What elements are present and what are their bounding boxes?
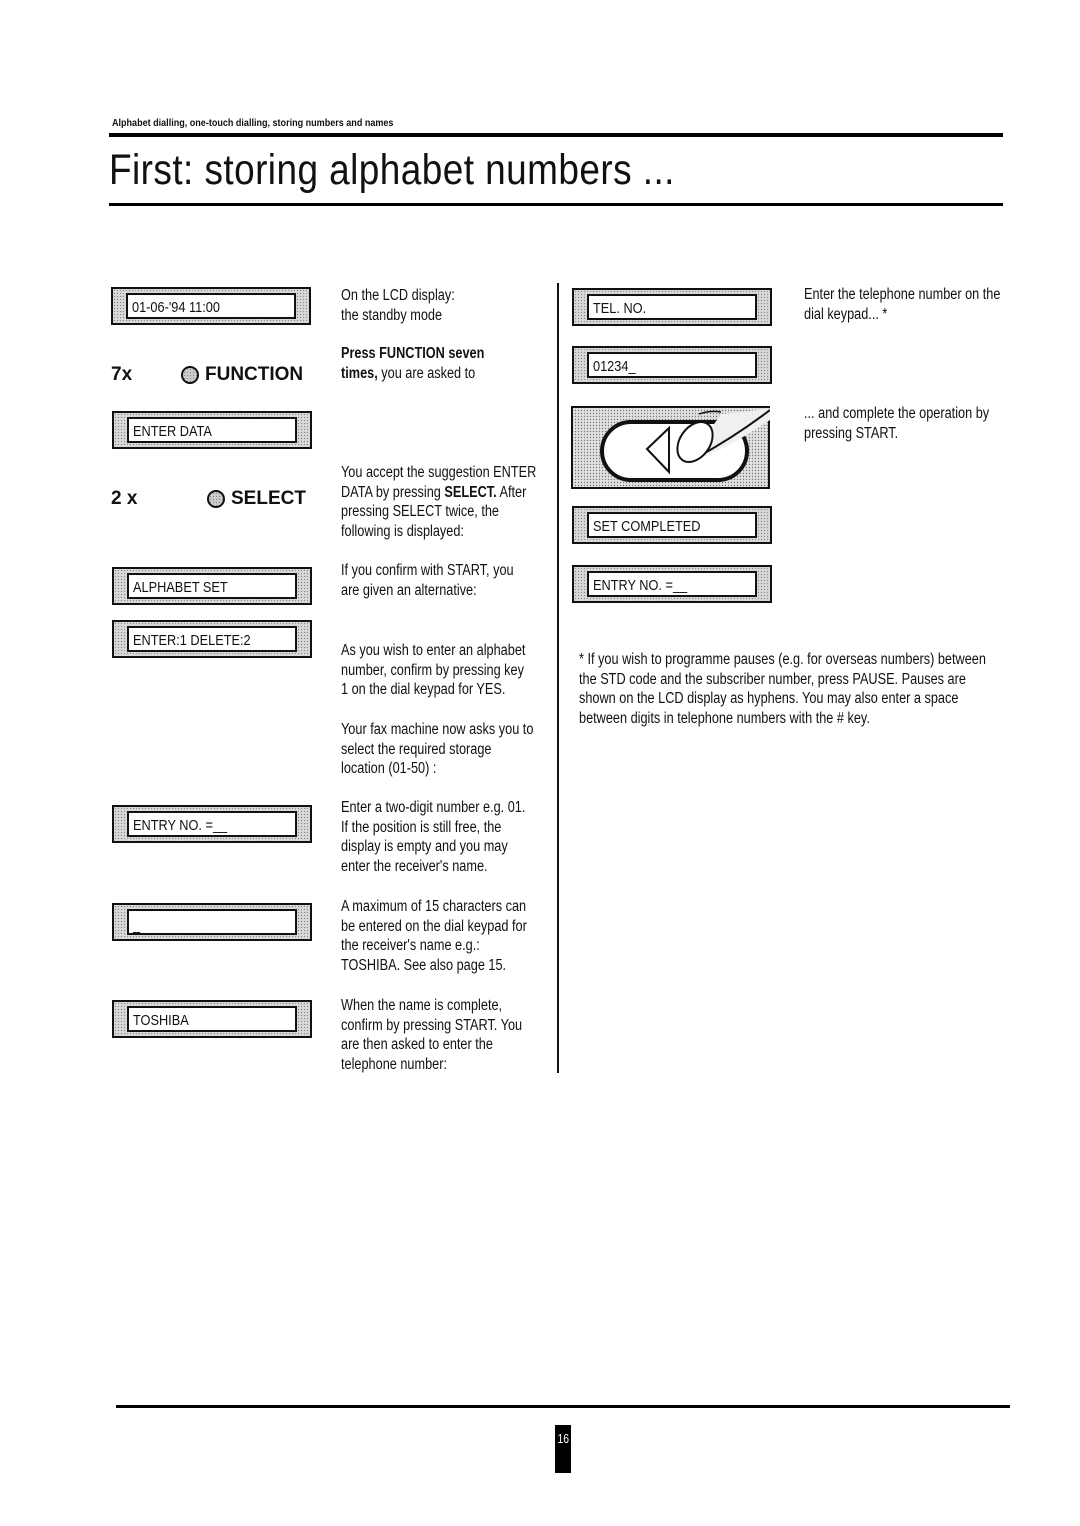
page-number: 16 [555,1425,571,1473]
footnote-line: shown on the LCD display as hyphens. You… [579,690,959,707]
desc-press-function: Press FUNCTION seven times, you are aske… [341,344,484,383]
key-instruction-select: 2 x SELECT [111,488,311,512]
desc-bold: SELECT. [444,483,497,501]
section-label: Alphabet dialling, one-touch dialling, s… [112,117,394,129]
footnote-line: between digits in telephone numbers with… [579,709,870,727]
lcd-text: ENTER DATA [133,423,212,440]
lcd-display-enter-delete: ENTER:1 DELETE:2 [112,620,312,658]
lcd-text: _ [133,917,141,934]
key-label: FUNCTION [205,364,304,385]
desc-line: pressing START. [804,424,899,442]
footnote-line: * If you wish to programme pauses (e.g. … [579,651,986,668]
key-count: 7x [111,364,133,385]
desc-standby: On the LCD display: the standby mode [341,286,455,325]
desc-line: Enter a two-digit number e.g. 01. [341,799,526,816]
lcd-display-number: 01234_ [572,346,772,384]
lcd-text: TEL. NO. [593,300,647,317]
desc-line: confirm by pressing START. You [341,1016,523,1034]
lcd-text: 01234_ [593,358,636,375]
title-rule [109,203,1003,206]
desc-line: When the name is complete, [341,997,503,1014]
start-key-press-icon[interactable] [571,406,770,489]
lcd-display-alphabet-set: ALPHABET SET [112,567,312,605]
desc-line: location (01-50) : [341,760,437,777]
desc-line: select the required storage [341,740,492,758]
desc-line: Your fax machine now asks you to [341,721,534,738]
desc-line: number, confirm by pressing key [341,661,524,679]
desc-line: dial keypad... * [804,305,888,323]
lcd-text: ALPHABET SET [133,579,228,596]
select-key[interactable]: SELECT [207,488,306,510]
desc-line: 1 on the dial keypad for YES. [341,681,506,698]
lcd-text: ENTRY NO. =__ [133,817,228,834]
page-title: First: storing alphabet numbers ... [109,146,675,194]
desc-max-chars: A maximum of 15 characters can be entere… [341,897,527,975]
desc-line: you are asked to [377,364,476,382]
footnote-line: the STD code and the subscriber number, … [579,670,966,688]
desc-two-digit: Enter a two-digit number e.g. 01. If the… [341,798,525,876]
desc-line: be entered on the dial keypad for [341,917,527,935]
desc-line: pressing SELECT twice, the [341,503,500,520]
desc-storage-location: Your fax machine now asks you to select … [341,720,533,779]
round-key-icon [181,366,199,384]
desc-line: are then asked to enter the [341,1036,493,1053]
lcd-text: TOSHIBA [133,1012,189,1029]
lcd-display-name: TOSHIBA [112,1000,312,1038]
desc-confirm-start: If you confirm with START, you are given… [341,561,514,600]
key-count: 2 x [111,488,138,509]
lcd-display-cursor: _ [112,903,312,941]
desc-line: the receiver's name e.g.: [341,937,480,954]
desc-line: If the position is still free, the [341,818,502,836]
desc-start: ... and complete the operation by pressi… [804,404,989,443]
lcd-text: 01-06-'94 11:00 [132,299,220,316]
desc-alphabet-number: As you wish to enter an alphabet number,… [341,641,525,700]
footer-rule [116,1405,1010,1408]
round-key-icon [207,490,225,508]
desc-line: enter the receiver's name. [341,857,488,875]
desc-line: If you confirm with START, you [341,562,514,579]
desc-select: You accept the suggestion ENTER DATA by … [341,463,536,541]
key-label: SELECT [231,488,306,509]
lcd-text: ENTER:1 DELETE:2 [133,632,251,649]
desc-line: following is displayed: [341,522,464,540]
lcd-display-enter-data: ENTER DATA [112,411,312,449]
desc-bold: Press FUNCTION seven [341,345,485,362]
lcd-display-entry-no-2: ENTRY NO. =__ [572,565,772,603]
header-rule [109,133,1003,137]
desc-line: the standby mode [341,306,443,324]
desc-line: A maximum of 15 characters can [341,898,527,915]
desc-line: are given an alternative: [341,581,477,599]
desc-line: You accept the suggestion ENTER [341,464,537,481]
desc-line: telephone number: [341,1055,447,1073]
desc-tel: Enter the telephone number on the dial k… [804,285,1000,324]
lcd-text: ENTRY NO. =__ [593,577,688,594]
desc-name-complete: When the name is complete, confirm by pr… [341,996,522,1074]
page-number-text: 16 [557,1431,569,1446]
column-divider [557,283,559,1073]
key-instruction-function: 7x FUNCTION [111,364,311,388]
desc-line: After [496,483,527,501]
lcd-display-standby: 01-06-'94 11:00 [111,287,311,325]
desc-line: On the LCD display: [341,287,455,304]
desc-line: DATA by pressing [341,483,445,501]
lcd-text: SET COMPLETED [593,518,701,535]
function-key[interactable]: FUNCTION [181,364,303,386]
lcd-display-set-completed: SET COMPLETED [572,506,772,544]
lcd-display-tel-no: TEL. NO. [572,288,772,326]
desc-line: Enter the telephone number on the [804,286,1001,303]
desc-bold: times, [341,364,378,382]
desc-line: display is empty and you may [341,838,508,855]
lcd-display-entry-no: ENTRY NO. =__ [112,805,312,843]
desc-line: TOSHIBA. See also page 15. [341,956,507,974]
desc-line: As you wish to enter an alphabet [341,642,526,659]
footnote: * If you wish to programme pauses (e.g. … [579,650,986,728]
desc-line: ... and complete the operation by [804,405,990,422]
